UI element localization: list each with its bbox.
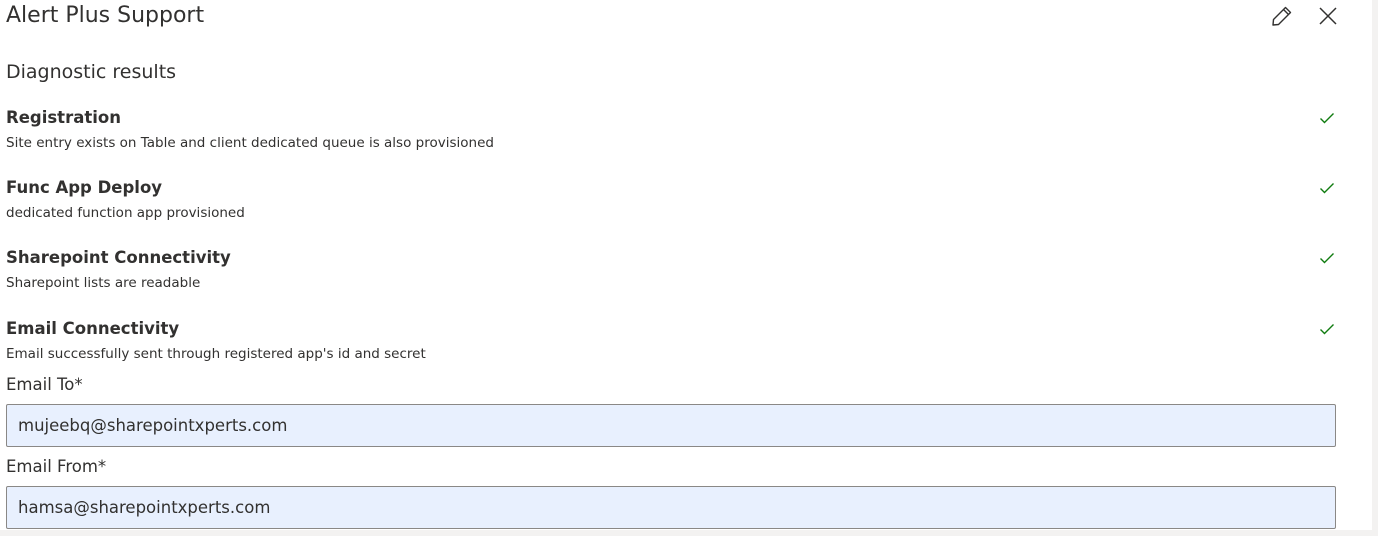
pencil-icon	[1272, 6, 1292, 26]
email-to-field[interactable]	[6, 404, 1336, 447]
email-to-label: Email To*	[6, 375, 83, 394]
diagnostic-item-registration: Registration Site entry exists on Table …	[6, 107, 1336, 157]
diagnostic-item-email-connectivity: Email Connectivity Email successfully se…	[6, 318, 1336, 368]
diagnostic-item-func-app-deploy: Func App Deploy dedicated function app p…	[6, 177, 1336, 227]
checkmark-icon	[1320, 324, 1334, 335]
edit-button[interactable]	[1267, 2, 1297, 30]
close-button[interactable]	[1313, 2, 1343, 30]
diagnostic-name: Sharepoint Connectivity	[6, 248, 231, 267]
checkmark-icon	[1320, 253, 1334, 264]
diagnostic-item-sharepoint-connectivity: Sharepoint Connectivity Sharepoint lists…	[6, 247, 1336, 297]
diagnostic-description: dedicated function app provisioned	[6, 205, 245, 221]
email-from-field[interactable]	[6, 486, 1336, 529]
email-from-label: Email From*	[6, 457, 107, 476]
diagnostic-results-heading: Diagnostic results	[6, 61, 177, 83]
close-icon	[1319, 7, 1337, 25]
alert-plus-support-panel: Alert Plus Support Diagnostic results Re…	[0, 0, 1372, 530]
diagnostic-description: Site entry exists on Table and client de…	[6, 135, 494, 151]
checkmark-icon	[1320, 113, 1334, 124]
diagnostic-description: Sharepoint lists are readable	[6, 275, 201, 291]
checkmark-icon	[1320, 183, 1334, 194]
diagnostic-name: Email Connectivity	[6, 319, 180, 338]
diagnostic-name: Registration	[6, 108, 121, 127]
panel-title: Alert Plus Support	[6, 3, 205, 28]
diagnostic-name: Func App Deploy	[6, 178, 163, 197]
diagnostic-description: Email successfully sent through register…	[6, 346, 426, 362]
